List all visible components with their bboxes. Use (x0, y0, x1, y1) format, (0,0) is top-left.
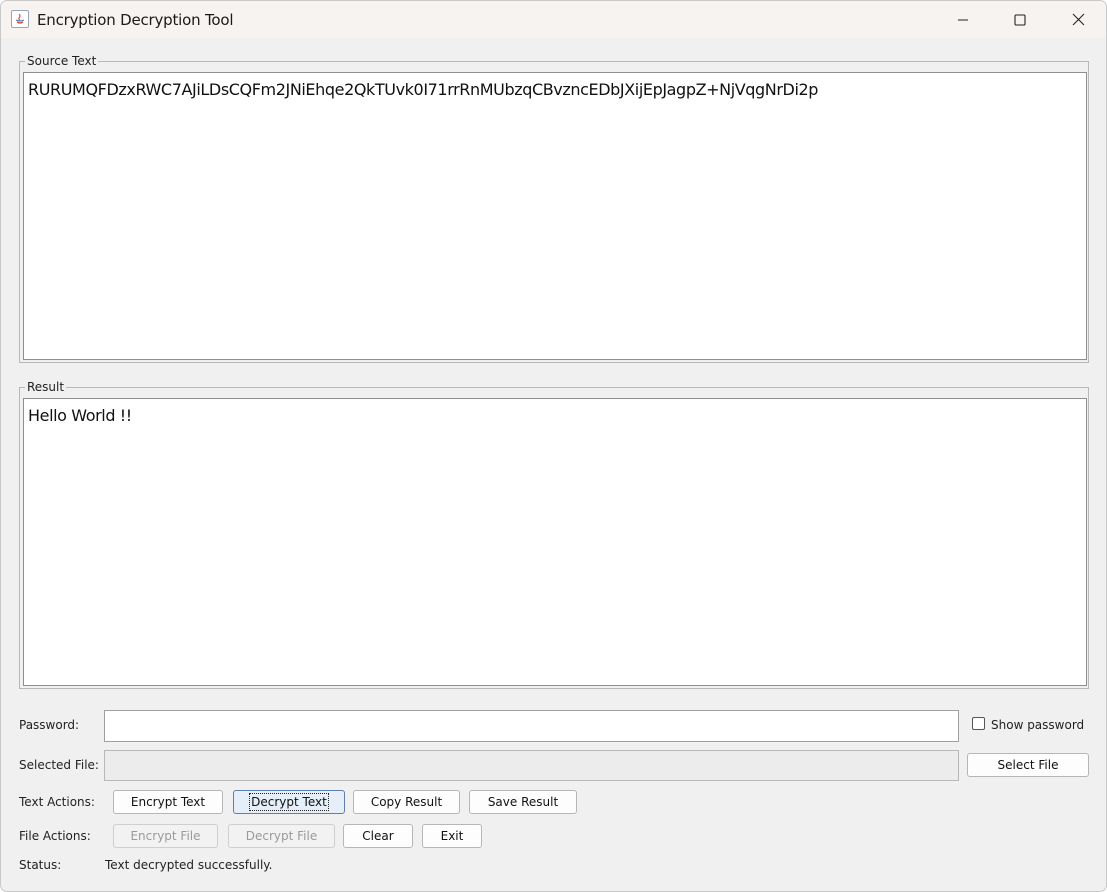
window-title: Encryption Decryption Tool (37, 11, 234, 29)
password-label: Password: (19, 718, 80, 732)
decrypt-text-button[interactable]: Decrypt Text (233, 790, 345, 814)
minimize-icon[interactable] (935, 1, 991, 38)
select-file-button[interactable]: Select File (967, 753, 1089, 777)
maximize-icon[interactable] (992, 1, 1048, 38)
source-text-legend: Source Text (25, 54, 99, 68)
select-file-button-label: Select File (997, 758, 1059, 772)
result-legend: Result (25, 380, 67, 394)
decrypt-file-button: Decrypt File (228, 824, 335, 848)
encrypt-text-button-label: Encrypt Text (130, 795, 206, 809)
save-result-button-label: Save Result (487, 795, 559, 809)
selected-file-label: Selected File: (19, 758, 99, 772)
clear-button-label: Clear (362, 829, 394, 843)
close-icon[interactable] (1050, 1, 1106, 38)
encrypt-text-button[interactable]: Encrypt Text (113, 790, 223, 814)
exit-button-label: Exit (440, 829, 464, 843)
encrypt-file-button: Encrypt File (113, 824, 218, 848)
status-text: Text decrypted successfully. (105, 858, 273, 872)
file-actions-label: File Actions: (19, 829, 91, 843)
status-label: Status: (19, 858, 62, 872)
save-result-button[interactable]: Save Result (469, 790, 577, 814)
result-text-area[interactable]: Hello World !! (23, 398, 1087, 686)
decrypt-file-button-label: Decrypt File (245, 829, 318, 843)
title-bar[interactable]: Encryption Decryption Tool (1, 1, 1106, 38)
copy-result-button-label: Copy Result (370, 795, 443, 809)
show-password-label[interactable]: Show password (991, 718, 1084, 732)
encrypt-file-button-label: Encrypt File (130, 829, 201, 843)
selected-file-field (104, 750, 959, 781)
text-actions-label: Text Actions: (19, 795, 95, 809)
password-field[interactable] (104, 710, 959, 742)
java-app-icon (11, 10, 29, 28)
exit-button[interactable]: Exit (422, 824, 482, 848)
decrypt-text-button-label: Decrypt Text (249, 793, 329, 811)
show-password-checkbox[interactable] (972, 717, 985, 730)
source-text-area[interactable]: RURUMQFDzxRWC7AJiLDsCQFm2JNiEhqe2QkTUvk0… (23, 72, 1087, 360)
app-window: Encryption Decryption Tool Source Text R… (0, 0, 1107, 892)
clear-button[interactable]: Clear (343, 824, 413, 848)
copy-result-button[interactable]: Copy Result (353, 790, 460, 814)
